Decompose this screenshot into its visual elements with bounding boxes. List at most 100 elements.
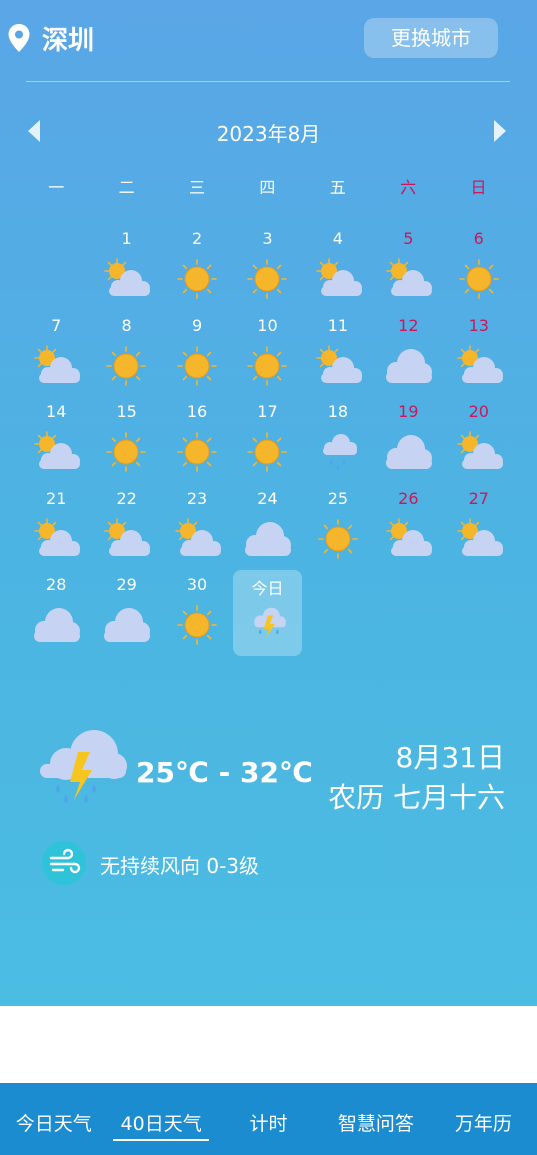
calendar-day[interactable]: 29 [91,570,161,656]
calendar-day[interactable]: 23 [162,484,232,570]
calendar-day[interactable]: 6 [444,224,514,310]
calendar-day[interactable]: 30 [162,570,232,656]
sunny-icon [170,602,224,648]
partly-cloudy-icon [29,516,83,562]
calendar-day[interactable]: 20 [444,397,514,483]
calendar-day[interactable]: 10 [232,311,302,397]
day-number: 8 [121,315,132,335]
calendar-day[interactable]: 14 [21,397,91,483]
day-number: 20 [468,402,489,421]
day-number: 26 [398,488,419,508]
calendar-day[interactable]: 7 [21,311,91,397]
sunny-icon [240,343,294,389]
next-month-arrow-icon[interactable] [494,120,506,142]
header: 深圳 更换城市 [0,0,537,82]
calendar-day[interactable]: 11 [303,311,373,397]
nav-timer[interactable]: 计时 [215,1083,322,1155]
calendar-day-today[interactable]: 今日 [233,570,302,656]
day-number: 21 [46,488,67,508]
sunny-icon [452,256,506,302]
partly-cloudy-icon [452,429,506,475]
sunny-icon [170,429,224,475]
calendar-day[interactable]: 15 [91,397,161,483]
day-number: 11 [327,315,349,335]
calendar-day[interactable]: 12 [373,311,443,397]
temperature-range: 25℃ - 32℃ [136,756,313,789]
sunny-icon [99,343,153,389]
calendar-day[interactable]: 21 [21,484,91,570]
weekday-label: 三 [188,178,205,197]
calendar-day[interactable]: 24 [232,484,302,570]
header-divider [26,81,510,82]
calendar-day[interactable]: 25 [303,484,373,570]
partly-cloudy-icon [452,343,506,389]
calendar-day[interactable]: 26 [373,484,443,570]
partly-cloudy-icon [452,516,506,562]
weekday-label: 四 [259,178,276,197]
day-number: 18 [327,402,349,421]
day-number: 今日 [251,579,284,598]
day-number: 28 [46,575,67,594]
calendar-day[interactable]: 9 [162,311,232,397]
nav-smart-qa[interactable]: 智慧问答 [322,1083,429,1155]
calendar-day[interactable]: 22 [91,484,161,570]
change-city-button[interactable]: 更换城市 [364,18,498,58]
nav-40-day-weather[interactable]: 40日天气 [107,1083,214,1155]
calendar-day[interactable]: 28 [21,570,91,656]
calendar-day[interactable]: 27 [444,484,514,570]
day-number: 4 [332,229,343,248]
calendar-day[interactable]: 2 [162,224,232,310]
day-number: 27 [468,488,489,508]
day-number: 13 [468,315,489,335]
day-number: 15 [116,402,137,421]
nav-today-weather[interactable]: 今日天气 [0,1083,107,1155]
thunderstorm-icon [245,603,291,642]
calendar-day[interactable]: 5 [373,224,443,310]
thunderstorm-icon [40,730,127,803]
day-number: 29 [116,575,137,594]
cloudy-icon [240,516,294,562]
calendar-day[interactable]: 8 [91,311,161,397]
wind-icon [42,841,86,885]
nav-perpetual-calendar[interactable]: 万年历 [430,1083,537,1155]
day-number: 2 [191,229,203,248]
day-number: 25 [327,488,349,508]
partly-cloudy-icon [170,516,224,562]
calendar-day[interactable]: 16 [162,397,232,483]
day-number: 24 [257,488,278,508]
location-pin-icon [8,24,30,52]
calendar-day[interactable]: 18 [303,397,373,483]
day-number: 9 [191,315,203,335]
weekday-header: 一 二 三 四 五 六 日 [21,174,514,198]
weekday-label: 六 [400,178,417,197]
day-number: 5 [403,229,414,248]
day-number: 16 [186,402,208,421]
day-number: 14 [46,402,67,421]
calendar-day[interactable]: 17 [232,397,302,483]
day-number: 19 [398,402,419,421]
lunar-date: 农历 七月十六 [328,781,505,814]
sunny-icon [170,256,224,302]
day-number: 17 [257,402,278,421]
calendar-day[interactable]: 4 [303,224,373,310]
cloudy-icon [381,343,435,389]
partly-cloudy-icon [29,343,83,389]
weekday-label: 二 [118,178,135,197]
partly-cloudy-icon [99,516,153,562]
calendar-day[interactable]: 13 [444,311,514,397]
sunny-icon [99,429,153,475]
city-name: 深圳 [42,26,95,56]
day-number: 23 [186,488,208,508]
partly-cloudy-icon [29,429,83,475]
sunny-icon [170,343,224,389]
bottom-navigation: 今日天气 40日天气 计时 智慧问答 万年历 [0,1083,537,1155]
weekday-label: 五 [329,178,346,197]
day-number: 22 [116,488,137,508]
day-number: 1 [121,229,132,248]
sunny-icon [240,429,294,475]
cloudy-icon [381,429,435,475]
calendar-day[interactable]: 19 [373,397,443,483]
calendar-day[interactable]: 3 [232,224,302,310]
day-number: 30 [186,575,208,594]
calendar-day[interactable]: 1 [91,224,161,310]
